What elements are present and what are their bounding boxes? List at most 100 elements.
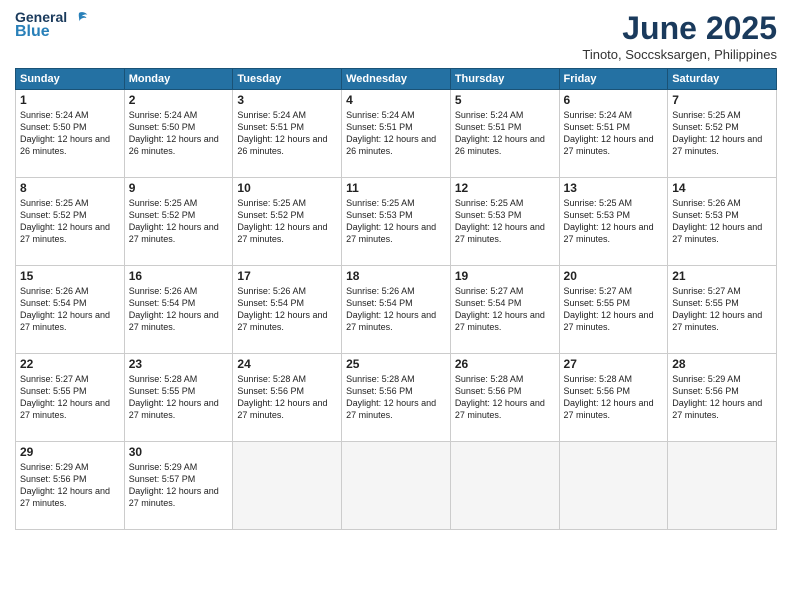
day-info: Sunrise: 5:29 AMSunset: 5:56 PMDaylight:… xyxy=(20,461,120,510)
day-number: 17 xyxy=(237,269,337,283)
day-number: 18 xyxy=(346,269,446,283)
day-info: Sunrise: 5:27 AMSunset: 5:54 PMDaylight:… xyxy=(455,285,555,334)
day-number: 9 xyxy=(129,181,229,195)
day-info: Sunrise: 5:28 AMSunset: 5:56 PMDaylight:… xyxy=(455,373,555,422)
table-row: 5 Sunrise: 5:24 AMSunset: 5:51 PMDaylight… xyxy=(450,90,559,178)
day-info: Sunrise: 5:25 AMSunset: 5:52 PMDaylight:… xyxy=(237,197,337,246)
day-number: 14 xyxy=(672,181,772,195)
day-info: Sunrise: 5:25 AMSunset: 5:53 PMDaylight:… xyxy=(564,197,664,246)
day-info: Sunrise: 5:26 AMSunset: 5:53 PMDaylight:… xyxy=(672,197,772,246)
day-info: Sunrise: 5:24 AMSunset: 5:50 PMDaylight:… xyxy=(129,109,229,158)
table-row: 2 Sunrise: 5:24 AMSunset: 5:50 PMDaylight… xyxy=(124,90,233,178)
table-row: 25 Sunrise: 5:28 AMSunset: 5:56 PMDayligh… xyxy=(342,354,451,442)
day-number: 6 xyxy=(564,93,664,107)
table-row xyxy=(450,442,559,530)
table-row: 3Sunrise: 5:24 AMSunset: 5:51 PMDaylight… xyxy=(233,90,342,178)
day-info: Sunrise: 5:25 AMSunset: 5:52 PMDaylight:… xyxy=(129,197,229,246)
table-row: 8Sunrise: 5:25 AMSunset: 5:52 PMDaylight… xyxy=(16,178,125,266)
day-info: Sunrise: 5:28 AMSunset: 5:56 PMDaylight:… xyxy=(237,373,337,422)
day-info: Sunrise: 5:24 AMSunset: 5:50 PMDaylight:… xyxy=(20,109,120,158)
table-row: 1 Sunrise: 5:24 AMSunset: 5:50 PMDaylight… xyxy=(16,90,125,178)
day-info: Sunrise: 5:28 AMSunset: 5:55 PMDaylight:… xyxy=(129,373,229,422)
table-row: 15 Sunrise: 5:26 AMSunset: 5:54 PMDayligh… xyxy=(16,266,125,354)
day-number: 27 xyxy=(564,357,664,371)
day-info: Sunrise: 5:26 AMSunset: 5:54 PMDaylight:… xyxy=(129,285,229,334)
table-row: 29 Sunrise: 5:29 AMSunset: 5:56 PMDayligh… xyxy=(16,442,125,530)
table-row: 12Sunrise: 5:25 AMSunset: 5:53 PMDayligh… xyxy=(450,178,559,266)
day-info: Sunrise: 5:28 AMSunset: 5:56 PMDaylight:… xyxy=(346,373,446,422)
day-info: Sunrise: 5:24 AMSunset: 5:51 PMDaylight:… xyxy=(564,109,664,158)
table-row: 20Sunrise: 5:27 AMSunset: 5:55 PMDayligh… xyxy=(559,266,668,354)
subtitle: Tinoto, Soccsksargen, Philippines xyxy=(582,47,777,62)
day-number: 26 xyxy=(455,357,555,371)
col-friday: Friday xyxy=(559,69,668,90)
day-number: 5 xyxy=(455,93,555,107)
table-row: 16 Sunrise: 5:26 AMSunset: 5:54 PMDayligh… xyxy=(124,266,233,354)
day-info: Sunrise: 5:29 AMSunset: 5:56 PMDaylight:… xyxy=(672,373,772,422)
day-number: 4 xyxy=(346,93,446,107)
day-info: Sunrise: 5:24 AMSunset: 5:51 PMDaylight:… xyxy=(346,109,446,158)
day-info: Sunrise: 5:25 AMSunset: 5:53 PMDaylight:… xyxy=(455,197,555,246)
day-info: Sunrise: 5:24 AMSunset: 5:51 PMDaylight:… xyxy=(237,109,337,158)
table-row: 22 Sunrise: 5:27 AMSunset: 5:55 PMDayligh… xyxy=(16,354,125,442)
col-tuesday: Tuesday xyxy=(233,69,342,90)
col-wednesday: Wednesday xyxy=(342,69,451,90)
table-row: 6 Sunrise: 5:24 AMSunset: 5:51 PMDaylight… xyxy=(559,90,668,178)
calendar-week-row: 22 Sunrise: 5:27 AMSunset: 5:55 PMDayligh… xyxy=(16,354,777,442)
table-row: 11 Sunrise: 5:25 AMSunset: 5:53 PMDayligh… xyxy=(342,178,451,266)
table-row: 27 Sunrise: 5:28 AMSunset: 5:56 PMDayligh… xyxy=(559,354,668,442)
table-row xyxy=(668,442,777,530)
table-row: 28Sunrise: 5:29 AMSunset: 5:56 PMDayligh… xyxy=(668,354,777,442)
table-row xyxy=(342,442,451,530)
table-row: 10 Sunrise: 5:25 AMSunset: 5:52 PMDayligh… xyxy=(233,178,342,266)
table-row: 19 Sunrise: 5:27 AMSunset: 5:54 PMDayligh… xyxy=(450,266,559,354)
table-row: 17 Sunrise: 5:26 AMSunset: 5:54 PMDayligh… xyxy=(233,266,342,354)
day-info: Sunrise: 5:27 AMSunset: 5:55 PMDaylight:… xyxy=(672,285,772,334)
month-title: June 2025 xyxy=(582,10,777,47)
day-number: 1 xyxy=(20,93,120,107)
col-sunday: Sunday xyxy=(16,69,125,90)
page: General Blue June 2025 Tinoto, Soccsksar… xyxy=(0,0,792,612)
table-row: 30Sunrise: 5:29 AMSunset: 5:57 PMDayligh… xyxy=(124,442,233,530)
day-number: 29 xyxy=(20,445,120,459)
day-number: 21 xyxy=(672,269,772,283)
col-monday: Monday xyxy=(124,69,233,90)
table-row: 9 Sunrise: 5:25 AMSunset: 5:52 PMDaylight… xyxy=(124,178,233,266)
table-row: 13Sunrise: 5:25 AMSunset: 5:53 PMDayligh… xyxy=(559,178,668,266)
day-info: Sunrise: 5:27 AMSunset: 5:55 PMDaylight:… xyxy=(20,373,120,422)
day-number: 16 xyxy=(129,269,229,283)
table-row: 21 Sunrise: 5:27 AMSunset: 5:55 PMDayligh… xyxy=(668,266,777,354)
table-row: 14 Sunrise: 5:26 AMSunset: 5:53 PMDayligh… xyxy=(668,178,777,266)
day-info: Sunrise: 5:26 AMSunset: 5:54 PMDaylight:… xyxy=(237,285,337,334)
header: General Blue June 2025 Tinoto, Soccsksar… xyxy=(15,10,777,62)
day-info: Sunrise: 5:29 AMSunset: 5:57 PMDaylight:… xyxy=(129,461,229,510)
logo-bird-icon xyxy=(69,11,89,25)
day-info: Sunrise: 5:24 AMSunset: 5:51 PMDaylight:… xyxy=(455,109,555,158)
calendar-week-row: 15 Sunrise: 5:26 AMSunset: 5:54 PMDayligh… xyxy=(16,266,777,354)
day-number: 19 xyxy=(455,269,555,283)
calendar-week-row: 8 Sunrise: 5:25 AMSunset: 5:52 PMDaylight… xyxy=(16,178,777,266)
day-number: 8 xyxy=(20,181,120,195)
day-number: 2 xyxy=(129,93,229,107)
table-row: 7 Sunrise: 5:25 AMSunset: 5:52 PMDaylight… xyxy=(668,90,777,178)
day-number: 23 xyxy=(129,357,229,371)
calendar-week-row: 1 Sunrise: 5:24 AMSunset: 5:50 PMDaylight… xyxy=(16,90,777,178)
day-number: 24 xyxy=(237,357,337,371)
table-row: 18Sunrise: 5:26 AMSunset: 5:54 PMDayligh… xyxy=(342,266,451,354)
day-info: Sunrise: 5:28 AMSunset: 5:56 PMDaylight:… xyxy=(564,373,664,422)
col-thursday: Thursday xyxy=(450,69,559,90)
logo-blue: Blue xyxy=(15,23,50,41)
table-row: 26 Sunrise: 5:28 AMSunset: 5:56 PMDayligh… xyxy=(450,354,559,442)
calendar-table: Sunday Monday Tuesday Wednesday Thursday… xyxy=(15,68,777,530)
day-number: 15 xyxy=(20,269,120,283)
day-number: 10 xyxy=(237,181,337,195)
calendar-week-row: 29 Sunrise: 5:29 AMSunset: 5:56 PMDayligh… xyxy=(16,442,777,530)
day-number: 11 xyxy=(346,181,446,195)
table-row: 4 Sunrise: 5:24 AMSunset: 5:51 PMDaylight… xyxy=(342,90,451,178)
day-number: 7 xyxy=(672,93,772,107)
day-info: Sunrise: 5:25 AMSunset: 5:53 PMDaylight:… xyxy=(346,197,446,246)
day-info: Sunrise: 5:25 AMSunset: 5:52 PMDaylight:… xyxy=(672,109,772,158)
day-number: 22 xyxy=(20,357,120,371)
day-number: 25 xyxy=(346,357,446,371)
day-info: Sunrise: 5:26 AMSunset: 5:54 PMDaylight:… xyxy=(20,285,120,334)
